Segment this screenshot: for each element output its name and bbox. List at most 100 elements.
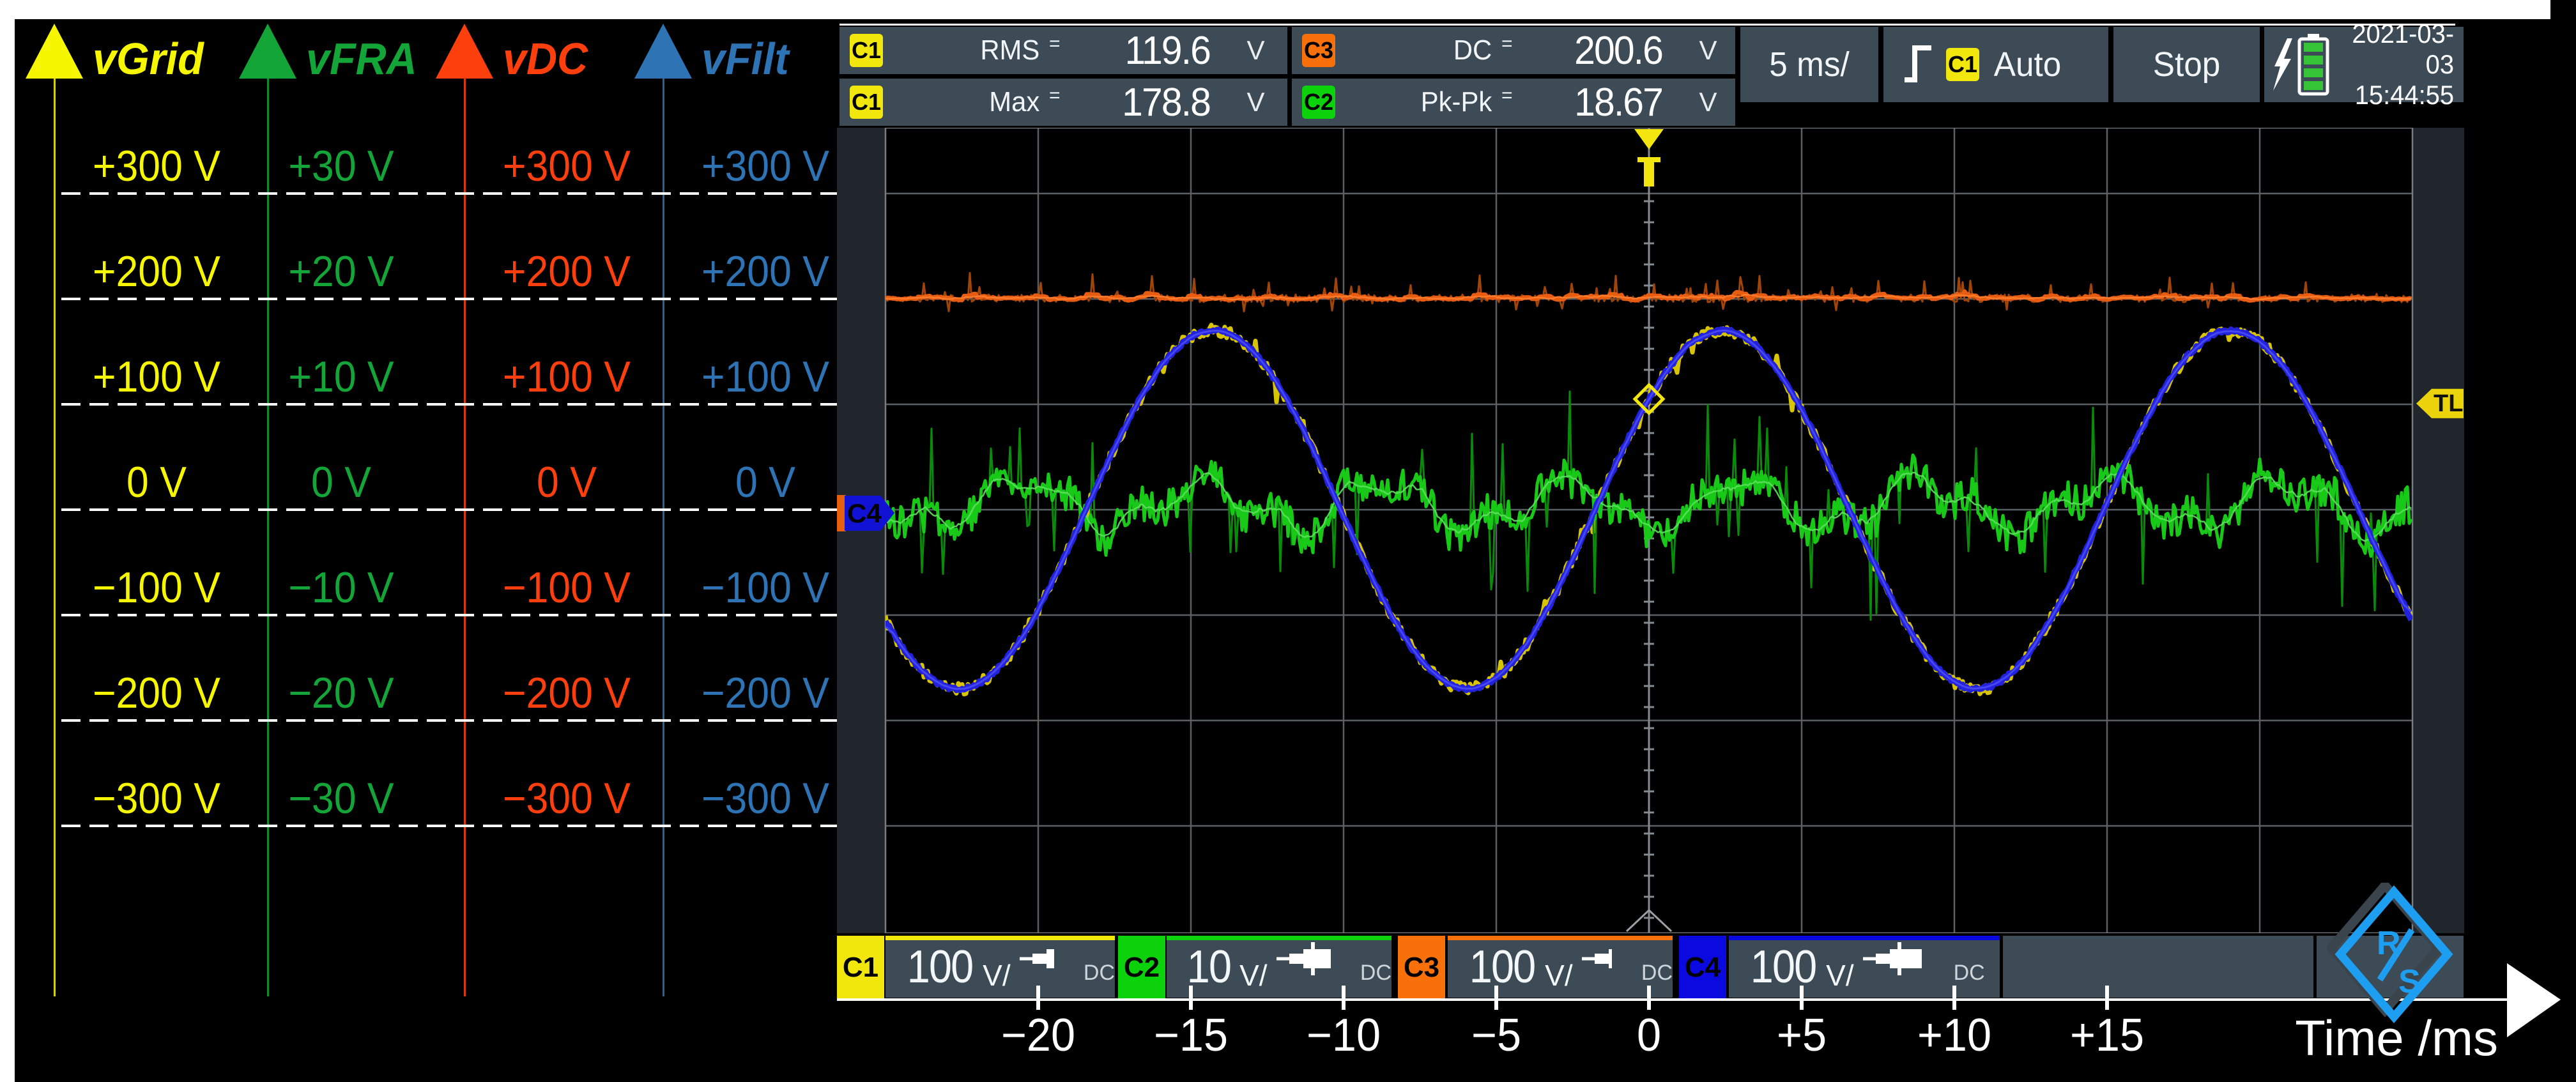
channel-tab-C1[interactable]: C1 (837, 936, 884, 1000)
timebase-box[interactable]: 5 ms/ (1740, 27, 1878, 102)
timebase-label: 5 ms/ (1769, 45, 1850, 84)
waveform-graticule[interactable]: TL C4 (837, 128, 2464, 933)
scale-label-C3-2: +100 V (502, 353, 631, 401)
channel-settings-C3[interactable]: 100 V/DC (1448, 936, 1673, 998)
scale-label-C3-4: −100 V (502, 563, 631, 612)
channel-tab-C3[interactable]: C3 (1398, 936, 1445, 1000)
scale-dashed-line-6 (61, 825, 850, 827)
channel-scale-unit: V/ (1545, 958, 1573, 992)
settings-empty-box (2003, 936, 2313, 998)
scale-label-C4-0: +300 V (701, 142, 830, 190)
measurement-equals: = (1049, 33, 1061, 54)
measurement-label: DC (1453, 34, 1492, 66)
time-tick-1 (1189, 986, 1193, 1010)
channel-scale-value: 100 (907, 941, 974, 993)
time-tick-label-2: −10 (1306, 1010, 1381, 1061)
c3-channel-marker[interactable] (837, 495, 846, 531)
channel-settings-border-C2 (1167, 936, 1392, 940)
time-axis-arrow-icon (2507, 963, 2561, 1037)
measurement-label: Pk-Pk (1420, 86, 1492, 118)
measurement-label: Max (989, 86, 1040, 118)
channel-axis-line-C3 (464, 79, 466, 996)
scale-label-C2-5: −20 V (288, 669, 394, 717)
channel-scale-value: 100 (1750, 941, 1818, 993)
channel-coupling-label: DC (1360, 961, 1392, 985)
probe-icon (1019, 941, 1054, 975)
svg-text:S: S (2398, 963, 2421, 1000)
scale-dashed-line-2 (61, 403, 850, 406)
time-tick-2 (1342, 986, 1346, 1010)
acquisition-state-label: Stop (2152, 45, 2221, 84)
time-tick-5 (1800, 986, 1804, 1010)
channel-name-C3: vDC (503, 34, 588, 84)
c4-channel-marker-label: C4 (847, 498, 882, 528)
battery-icon (2297, 34, 2329, 96)
trigger-box[interactable]: C1 Auto (1883, 27, 2108, 102)
channel-scale-unit: V/ (1826, 958, 1854, 992)
right-marker-lane (2413, 128, 2464, 933)
channel-scale-panel: vGrid +300 V +200 V +100 V 0 V −100 V −200 V −3… (15, 19, 850, 1082)
measurement-unit: V (1699, 87, 1717, 117)
trigger-slope-icon (1905, 45, 1931, 82)
channel-axis-line-C2 (267, 79, 269, 996)
scale-dashed-line-4 (61, 614, 850, 616)
scale-label-C4-4: −100 V (701, 563, 830, 612)
scale-label-C1-3: 0 V (126, 458, 187, 507)
scale-dashed-line-1 (61, 298, 850, 300)
channel-settings-border-C4 (1729, 936, 2000, 940)
measurement-value: 119.6 (1124, 28, 1211, 73)
acquisition-status-box[interactable]: Stop (2113, 27, 2260, 102)
scale-label-C3-1: +200 V (502, 247, 631, 296)
time-label: 15:44:55 (2354, 80, 2455, 110)
time-axis-line (837, 998, 2510, 1001)
channel-arrow-icon-C2 (239, 24, 296, 79)
measurement-source-badge: C3 (1302, 34, 1335, 67)
scale-label-C3-6: −300 V (502, 774, 631, 823)
scale-label-C3-5: −200 V (502, 669, 631, 717)
channel-coupling-label: DC (1953, 961, 1985, 985)
channel-arrow-icon-C4 (634, 24, 692, 79)
time-tick-0 (1036, 986, 1040, 1010)
measurement-box-C3-DC[interactable]: C3 DC = 200.6 V (1292, 27, 1735, 74)
measurement-equals: = (1501, 33, 1513, 54)
scale-label-C4-5: −200 V (701, 669, 830, 717)
measurement-box-C1-Max[interactable]: C1 Max = 178.8 V (839, 79, 1287, 126)
measurement-box-C2-Pk-Pk[interactable]: C2 Pk-Pk = 18.67 V (1292, 79, 1735, 126)
channel-scale-value: 10 (1186, 941, 1232, 993)
date-label: 2021-03-03 (2352, 19, 2455, 79)
time-tick-label-4: 0 (1636, 1010, 1662, 1061)
scale-dashed-line-0 (61, 192, 850, 195)
channel-scale-unit: V/ (983, 958, 1011, 992)
measurement-source-badge: C1 (850, 86, 883, 119)
measurement-equals: = (1501, 85, 1513, 106)
time-tick-label-0: −20 (1000, 1010, 1076, 1061)
measurement-unit: V (1699, 35, 1717, 65)
page-border-left (0, 0, 15, 1082)
measurement-source-badge: C2 (1302, 86, 1335, 119)
scale-dashed-line-5 (61, 719, 850, 722)
measurement-value: 178.8 (1121, 80, 1211, 125)
scale-label-C1-2: +100 V (92, 353, 221, 401)
rs-logo: R S (2327, 883, 2453, 1023)
time-tick-4 (1647, 986, 1651, 1010)
scale-label-C3-0: +300 V (502, 142, 631, 190)
measurement-unit: V (1246, 87, 1265, 117)
channel-tab-C2[interactable]: C2 (1118, 936, 1165, 1000)
channel-settings-C4[interactable]: 100 V/DC (1729, 936, 2000, 998)
channel-settings-C1[interactable]: 100 V/DC (885, 936, 1115, 998)
scale-label-C2-3: 0 V (311, 458, 371, 507)
measurement-box-C1-RMS[interactable]: C1 RMS = 119.6 V (839, 27, 1287, 74)
channel-scale-unit: V/ (1239, 958, 1268, 992)
scale-label-C1-4: −100 V (92, 563, 221, 612)
channel-axis-line-C1 (54, 79, 56, 996)
channel-settings-C2[interactable]: 10 V/DC (1167, 936, 1392, 998)
channel-tab-C4[interactable]: C4 (1679, 936, 1726, 1000)
channel-name-C1: vGrid (93, 34, 204, 84)
measurement-label: RMS (980, 34, 1040, 66)
channel-coupling-label: DC (1641, 961, 1673, 985)
scale-label-C1-1: +200 V (92, 247, 221, 296)
trigger-mode-label: Auto (1993, 45, 2062, 84)
scale-label-C4-2: +100 V (701, 353, 830, 401)
time-tick-7 (2105, 986, 2109, 1010)
scale-label-C2-0: +30 V (288, 142, 394, 190)
